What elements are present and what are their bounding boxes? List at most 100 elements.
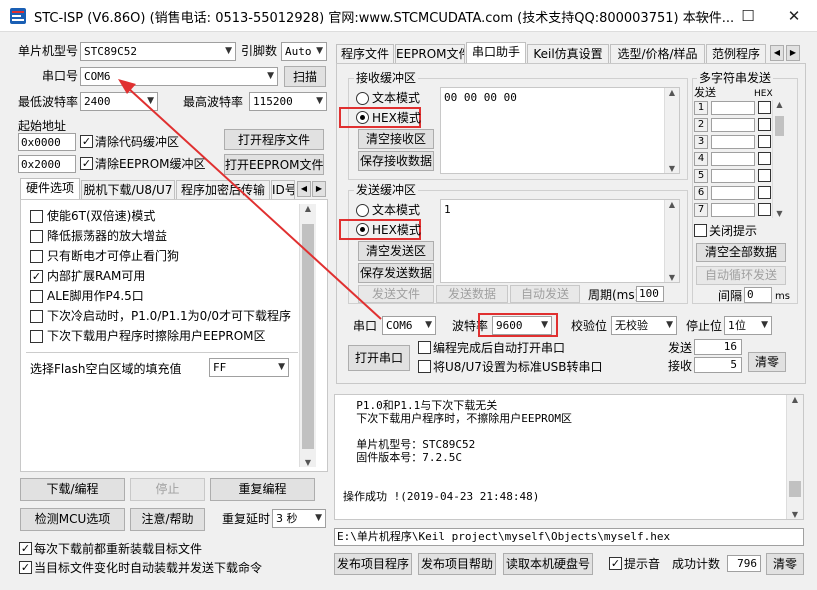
close-hint-checkbox[interactable] [694, 224, 707, 237]
maximize-button[interactable]: ☐ [725, 0, 771, 32]
check-mcu-options-button[interactable]: 检测MCU选项 [20, 508, 125, 531]
multi-string-hex-checkbox[interactable] [758, 169, 771, 182]
close-button[interactable]: ✕ [771, 0, 817, 32]
multi-string-send-button[interactable]: 2 [694, 118, 708, 132]
multi-string-input[interactable] [711, 169, 755, 183]
pins-select[interactable]: Auto ▼ [281, 42, 327, 61]
right-tab-scroll-right-button[interactable]: ▶ [786, 45, 800, 61]
tab-offline-download[interactable]: 脱机下载/U8/U7 [81, 180, 175, 199]
multi-string-hex-checkbox[interactable] [758, 118, 771, 131]
option-checkbox[interactable] [30, 250, 43, 263]
multi-string-input[interactable] [711, 101, 755, 115]
save-send-button[interactable]: 保存发送数据 [358, 263, 434, 283]
flash-fill-select[interactable]: FF ▼ [209, 358, 289, 377]
auto-open-port-checkbox[interactable] [418, 341, 431, 354]
tab-encrypted-transfer[interactable]: 程序加密后传输 [176, 180, 270, 199]
auto-load-send-checkbox[interactable]: ✓ [19, 561, 32, 574]
publish-help-button[interactable]: 发布项目帮助 [418, 553, 496, 575]
repeat-delay-select[interactable]: 3 秒 ▼ [272, 509, 326, 528]
period-input[interactable]: 100 [636, 286, 664, 302]
send-file-button[interactable]: 发送文件 [358, 285, 434, 303]
open-port-button[interactable]: 打开串口 [348, 345, 410, 371]
log-output[interactable]: P1.0和P1.1与下次下载无关 下次下载用户程序时，不擦除用户EEPROM区 … [334, 394, 804, 520]
send-scrollbar[interactable]: ▲ ▼ [664, 200, 679, 282]
open-eeprom-file-button[interactable]: 打开EEPROM文件 [224, 154, 324, 175]
tab-serial-assistant[interactable]: 串口助手 [466, 42, 526, 63]
clear-send-button[interactable]: 清空发送区 [358, 241, 434, 261]
clear-code-checkbox[interactable]: ✓ [80, 135, 93, 148]
reprogram-button[interactable]: 重复编程 [210, 478, 315, 501]
option-checkbox[interactable] [30, 330, 43, 343]
minimize-button[interactable]: — [679, 0, 725, 32]
clear-success-button[interactable]: 清零 [766, 553, 804, 575]
tab-selection-price[interactable]: 选型/价格/样品 [610, 44, 705, 63]
option-checkbox[interactable]: ✓ [30, 270, 43, 283]
auto-cycle-send-button[interactable]: 自动循环发送 [696, 266, 786, 285]
tab-id[interactable]: ID号 [271, 180, 295, 199]
parity-select[interactable]: 无校验 ▼ [611, 316, 677, 335]
eeprom-address-input[interactable]: 0x2000 [18, 155, 76, 173]
reload-before-download-checkbox[interactable]: ✓ [19, 542, 32, 555]
multi-string-input[interactable] [711, 118, 755, 132]
right-tab-scroll-left-button[interactable]: ◀ [770, 45, 784, 61]
multi-string-hex-checkbox[interactable] [758, 135, 771, 148]
log-scrollbar[interactable]: ▲ ▼ [786, 395, 803, 519]
multi-string-hex-checkbox[interactable] [758, 101, 771, 114]
tab-scroll-left-button[interactable]: ◀ [297, 181, 311, 197]
multi-string-send-button[interactable]: 7 [694, 203, 708, 217]
tab-program-file[interactable]: 程序文件 [336, 44, 394, 63]
multi-string-hex-checkbox[interactable] [758, 152, 771, 165]
interval-input[interactable]: 0 [744, 287, 772, 303]
tab-hardware-options[interactable]: 硬件选项 [20, 178, 80, 199]
multi-string-hex-checkbox[interactable] [758, 186, 771, 199]
multi-string-send-button[interactable]: 4 [694, 152, 708, 166]
multi-string-input[interactable] [711, 135, 755, 149]
multi-string-send-button[interactable]: 5 [694, 169, 708, 183]
send-hex-mode-radio[interactable] [356, 223, 369, 236]
help-button[interactable]: 注意/帮助 [130, 508, 205, 531]
send-data-button[interactable]: 发送数据 [436, 285, 508, 303]
multi-string-send-button[interactable]: 3 [694, 135, 708, 149]
clear-receive-button[interactable]: 清空接收区 [358, 129, 434, 149]
tab-example-programs[interactable]: 范例程序 [706, 44, 766, 63]
send-text-mode-radio[interactable] [356, 204, 369, 217]
save-receive-button[interactable]: 保存接收数据 [358, 151, 434, 171]
publish-program-button[interactable]: 发布项目程序 [334, 553, 412, 575]
scrollbar-thumb[interactable] [789, 481, 801, 497]
min-baud-select[interactable]: 2400 ▼ [80, 92, 158, 111]
multi-string-input[interactable] [711, 203, 755, 217]
stop-button[interactable]: 停止 [130, 478, 205, 501]
multi-string-input[interactable] [711, 152, 755, 166]
usb-serial-checkbox[interactable] [418, 360, 431, 373]
option-checkbox[interactable] [30, 310, 43, 323]
option-checkbox[interactable] [30, 290, 43, 303]
options-scrollbar[interactable]: ▲ ▼ [299, 204, 316, 467]
tab-scroll-right-button[interactable]: ▶ [312, 181, 326, 197]
recv-text-mode-radio[interactable] [356, 92, 369, 105]
beep-checkbox[interactable]: ✓ [609, 557, 622, 570]
tab-keil-simulation[interactable]: Keil仿真设置 [527, 44, 609, 63]
option-checkbox[interactable] [30, 230, 43, 243]
code-address-input[interactable]: 0x0000 [18, 133, 76, 151]
option-checkbox[interactable] [30, 210, 43, 223]
receive-data-area[interactable]: 00 00 00 00 [440, 87, 680, 174]
multi-string-send-button[interactable]: 1 [694, 101, 708, 115]
multi-string-scrollbar[interactable]: ▲ ▼ [772, 100, 786, 218]
serial-port-select[interactable]: COM6 ▼ [382, 316, 436, 335]
clear-counts-button[interactable]: 清零 [748, 352, 786, 372]
multi-string-hex-checkbox[interactable] [758, 203, 771, 216]
multi-string-input[interactable] [711, 186, 755, 200]
scan-button[interactable]: 扫描 [284, 66, 326, 87]
clear-eeprom-checkbox[interactable]: ✓ [80, 157, 93, 170]
scrollbar-thumb[interactable] [302, 224, 314, 449]
download-program-button[interactable]: 下载/编程 [20, 478, 125, 501]
baud-rate-select[interactable]: 9600 ▼ [492, 316, 552, 335]
mcu-type-select[interactable]: STC89C52 ▼ [80, 42, 236, 61]
auto-send-button[interactable]: 自动发送 [510, 285, 580, 303]
recv-hex-mode-radio[interactable] [356, 111, 369, 124]
scrollbar-thumb[interactable] [775, 116, 784, 136]
max-baud-select[interactable]: 115200 ▼ [249, 92, 327, 111]
stop-bits-select[interactable]: 1位 ▼ [724, 316, 772, 335]
clear-all-data-button[interactable]: 清空全部数据 [696, 243, 786, 262]
port-select[interactable]: COM6 ▼ [80, 67, 278, 86]
